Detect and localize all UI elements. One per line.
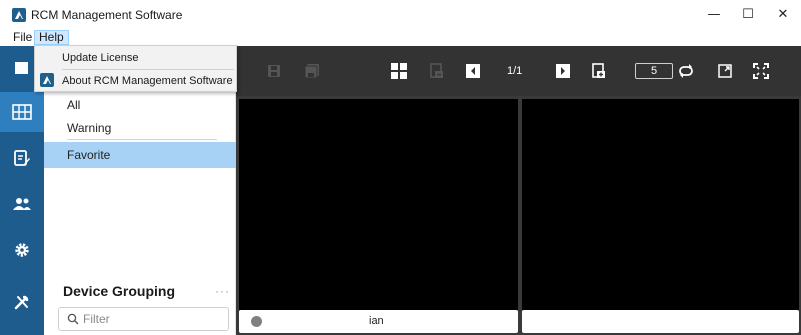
previous-icon bbox=[466, 64, 480, 78]
device-name: ian bbox=[369, 315, 384, 327]
settings-gear-icon bbox=[15, 243, 29, 257]
menu-item-update-license[interactable]: Update License bbox=[35, 47, 236, 69]
menu-bar: File Help bbox=[0, 30, 801, 45]
next-page-button[interactable] bbox=[555, 63, 571, 79]
window-title: RCM Management Software bbox=[31, 8, 183, 22]
minimize-button[interactable]: — bbox=[699, 4, 729, 26]
remove-page-button[interactable] bbox=[429, 63, 445, 79]
pane-status-bar-2 bbox=[522, 310, 799, 333]
save-layout-button[interactable] bbox=[266, 63, 282, 79]
rail-item-settings[interactable] bbox=[0, 230, 44, 270]
add-page-button[interactable] bbox=[591, 63, 607, 79]
next-icon bbox=[556, 64, 570, 78]
popout-icon bbox=[718, 64, 732, 78]
close-button[interactable]: ✕ bbox=[768, 4, 798, 26]
page-indicator: 1/1 bbox=[507, 65, 523, 77]
more-options-icon[interactable]: ··· bbox=[215, 284, 230, 298]
rail-item-notes[interactable] bbox=[0, 138, 44, 178]
divider bbox=[67, 139, 217, 140]
filter-item-favorite[interactable]: Favorite bbox=[44, 142, 236, 168]
rail-item-live-view[interactable] bbox=[0, 92, 44, 132]
pane-status-bar-1: ian bbox=[239, 310, 518, 333]
menu-help[interactable]: Help bbox=[34, 30, 69, 45]
users-icon bbox=[13, 198, 31, 210]
add-page-icon bbox=[592, 63, 605, 78]
save-as-layout-button[interactable] bbox=[304, 63, 320, 79]
maximize-button[interactable]: ☐ bbox=[733, 4, 763, 26]
refresh-cycle-icon bbox=[679, 64, 693, 78]
filter-field[interactable] bbox=[58, 307, 229, 331]
help-menu-dropdown: Update License About RCM Management Soft… bbox=[34, 45, 237, 92]
fullscreen-icon bbox=[753, 63, 769, 79]
fullscreen-button[interactable] bbox=[753, 63, 769, 79]
grid-layout-icon bbox=[391, 63, 407, 79]
menu-item-about[interactable]: About RCM Management Software bbox=[35, 70, 236, 92]
filter-item-warning[interactable]: Warning bbox=[44, 115, 236, 141]
previous-page-button[interactable] bbox=[465, 63, 481, 79]
live-view-area: 1/1 5 ian bbox=[236, 46, 801, 335]
auto-rotate-button[interactable] bbox=[678, 63, 694, 79]
rotation-count-field[interactable]: 5 bbox=[635, 63, 673, 79]
title-bar: RCM Management Software — ☐ ✕ bbox=[0, 0, 801, 30]
home-icon bbox=[15, 62, 28, 74]
popout-window-button[interactable] bbox=[717, 63, 733, 79]
rail-item-users[interactable] bbox=[0, 184, 44, 224]
app-logo-icon bbox=[12, 8, 26, 22]
edit-notes-icon bbox=[14, 150, 30, 166]
live-view-grid-icon bbox=[12, 104, 32, 120]
device-status-indicator bbox=[251, 316, 262, 327]
video-pane-1[interactable] bbox=[239, 99, 518, 310]
filter-input[interactable] bbox=[83, 311, 223, 327]
device-grouping-title: Device Grouping bbox=[63, 283, 176, 299]
tools-icon bbox=[14, 295, 29, 310]
save-icon bbox=[268, 65, 280, 77]
layout-grid-button[interactable] bbox=[391, 63, 407, 79]
search-icon bbox=[67, 313, 79, 325]
video-pane-2[interactable] bbox=[522, 99, 799, 310]
view-toolbar: 1/1 5 bbox=[236, 46, 801, 96]
save-as-icon bbox=[304, 64, 319, 78]
menu-file[interactable]: File bbox=[9, 30, 36, 45]
rail-item-tools[interactable] bbox=[0, 282, 44, 322]
remove-page-icon bbox=[430, 63, 443, 78]
